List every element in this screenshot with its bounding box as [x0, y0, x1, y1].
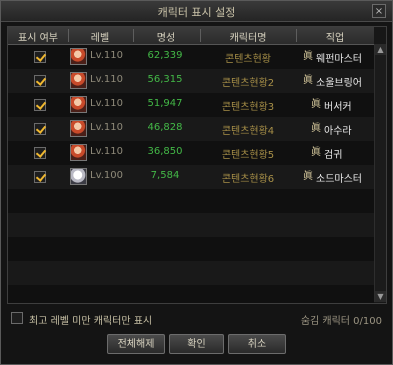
confirm-button[interactable]: 확인: [169, 334, 224, 354]
header-level: 레벨: [90, 33, 110, 44]
empty-row: [8, 261, 374, 286]
cancel-button[interactable]: 취소: [228, 334, 286, 354]
table-row: Lv.110 56,315 콘텐츠현황2 眞 소울브링어: [8, 69, 374, 94]
awakening-icon: 眞: [311, 147, 321, 158]
character-level: Lv.110: [90, 98, 123, 109]
character-fame: 62,339: [147, 50, 183, 61]
unselect-all-button[interactable]: 전체해제: [107, 334, 165, 354]
empty-row: [8, 213, 374, 238]
character-avatar-icon: [70, 96, 87, 113]
awakening-icon: 眞: [303, 171, 313, 182]
table-row: Lv.110 51,947 콘텐츠현황3 眞 버서커: [8, 93, 374, 118]
awakening-icon: 眞: [303, 75, 313, 86]
scrollbar[interactable]: ▲ ▼: [374, 44, 386, 302]
display-checkbox[interactable]: [34, 147, 46, 159]
character-name: 콘텐츠현황5: [221, 150, 275, 161]
character-job: 아수라: [324, 126, 352, 137]
lower-level-only-label: 최고 레벨 미만 캐릭터만 표시: [29, 316, 153, 327]
character-fame: 46,828: [147, 122, 183, 133]
character-avatar-icon: [70, 120, 87, 137]
character-name: 콘텐츠현황6: [221, 174, 275, 185]
character-avatar-icon: [70, 168, 87, 185]
hidden-character-count: 숨김 캐릭터 0/100: [300, 316, 382, 327]
header-fame: 명성: [156, 33, 176, 44]
character-name: 콘텐츠현황2: [221, 78, 275, 89]
character-job: 버서커: [324, 102, 352, 113]
character-job: 웨펀마스터: [316, 54, 362, 65]
awakening-icon: 眞: [311, 123, 321, 134]
character-avatar-icon: [70, 48, 87, 65]
character-job: 소드마스터: [316, 174, 362, 185]
character-job: 검귀: [324, 150, 343, 161]
character-table: 표시 여부 레벨 명성 캐릭터명 직업 Lv.110 62,339 콘텐츠현황 眞 웨펀…: [7, 26, 387, 304]
display-checkbox[interactable]: [34, 123, 46, 135]
title-bar: 캐릭터 표시 설정 ×: [1, 1, 392, 22]
header-display: 표시 여부: [18, 33, 58, 44]
character-display-settings-dialog: 캐릭터 표시 설정 × 표시 여부 레벨 명성 캐릭터명 직업 Lv.110 62…: [0, 0, 393, 365]
empty-row: [8, 237, 374, 262]
character-level: Lv.110: [90, 74, 123, 85]
character-level: Lv.110: [90, 122, 123, 133]
display-checkbox[interactable]: [34, 171, 46, 183]
table-row: Lv.110 36,850 콘텐츠현황5 眞 검귀: [8, 141, 374, 166]
character-level: Lv.110: [90, 50, 123, 61]
character-fame: 56,315: [147, 74, 183, 85]
table-row: Lv.110 62,339 콘텐츠현황 眞 웨펀마스터: [8, 45, 374, 70]
header-job: 직업: [325, 33, 345, 44]
character-name: 콘텐츠현황4: [221, 126, 275, 137]
character-fame: 51,947: [147, 98, 183, 109]
character-name: 콘텐츠현황3: [221, 102, 275, 113]
header-character-name: 캐릭터명: [229, 33, 267, 44]
empty-row: [8, 285, 374, 303]
empty-row: [8, 189, 374, 214]
character-avatar-icon: [70, 144, 87, 161]
character-fame: 36,850: [147, 146, 183, 157]
character-job: 소울브링어: [316, 78, 362, 89]
table-header: 표시 여부 레벨 명성 캐릭터명 직업: [8, 27, 374, 45]
character-name: 콘텐츠현황: [225, 54, 271, 65]
character-avatar-icon: [70, 72, 87, 89]
character-level: Lv.100: [90, 170, 123, 181]
close-icon[interactable]: ×: [372, 4, 386, 18]
display-checkbox[interactable]: [34, 75, 46, 87]
display-checkbox[interactable]: [34, 99, 46, 111]
lower-level-only-checkbox[interactable]: [11, 312, 23, 324]
display-checkbox[interactable]: [34, 51, 46, 63]
awakening-icon: 眞: [303, 51, 313, 62]
character-level: Lv.110: [90, 146, 123, 157]
character-fame: 7,584: [150, 170, 180, 181]
scroll-up-icon[interactable]: ▲: [375, 44, 386, 55]
dialog-title: 캐릭터 표시 설정: [157, 6, 236, 19]
table-row: Lv.110 46,828 콘텐츠현황4 眞 아수라: [8, 117, 374, 142]
scroll-down-icon[interactable]: ▼: [375, 291, 386, 302]
awakening-icon: 眞: [311, 99, 321, 110]
table-row: Lv.100 7,584 콘텐츠현황6 眞 소드마스터: [8, 165, 374, 190]
